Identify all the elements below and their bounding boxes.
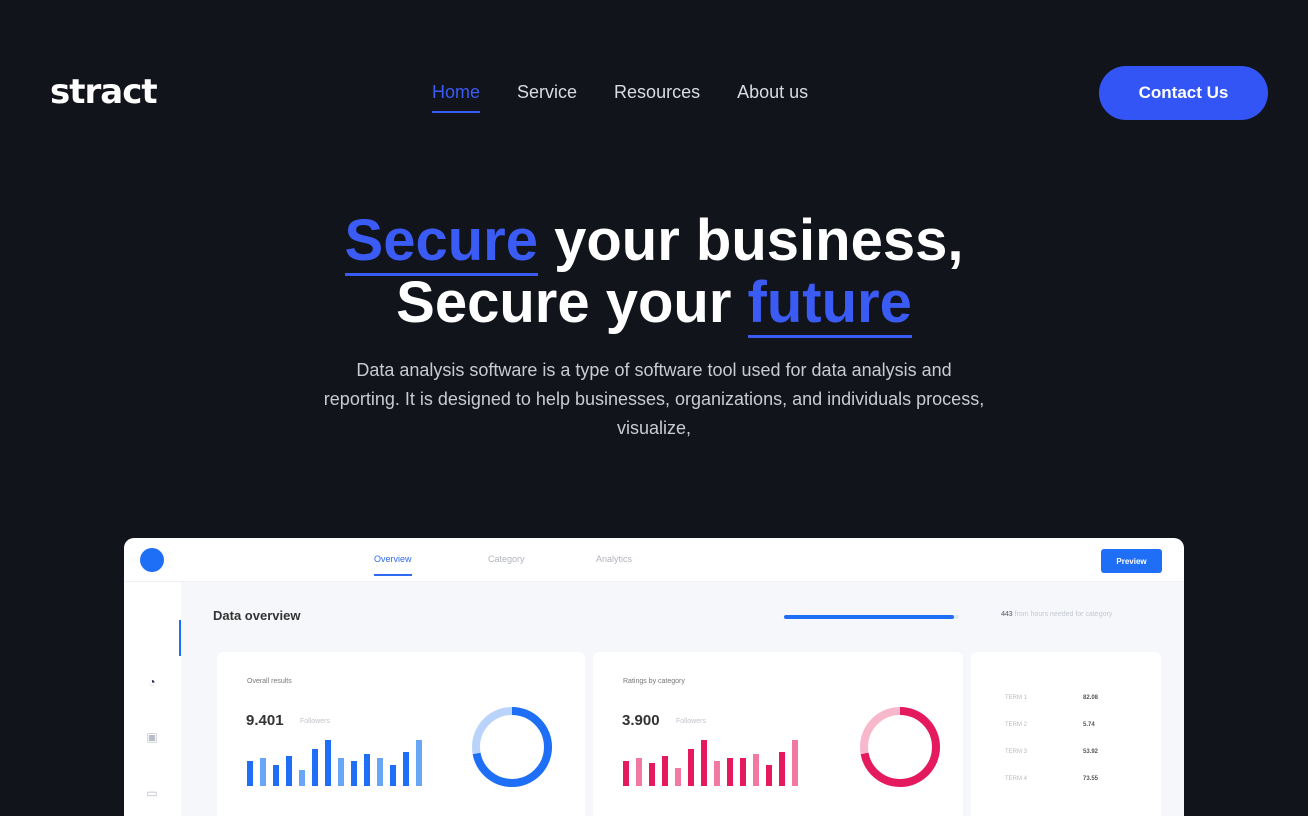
stat-value: 5.74: [1083, 722, 1095, 728]
card-number: 3.900: [622, 712, 660, 729]
donut-chart: [472, 707, 552, 787]
dashboard-preview: Overview Category Analytics Preview ◔ ▣ …: [124, 538, 1184, 816]
dashboard-icon[interactable]: ◔: [144, 675, 160, 689]
overview-progress-bar: [784, 615, 959, 619]
stat-key: TERM 3: [1005, 749, 1028, 755]
chart-bar: [260, 758, 266, 786]
chart-bar: [273, 765, 279, 786]
nav-resources[interactable]: Resources: [614, 82, 700, 109]
chart-bar: [675, 767, 681, 786]
contact-us-button[interactable]: Contact Us: [1099, 66, 1268, 120]
bar-chart: [623, 740, 809, 786]
card-title: Ratings by category: [623, 678, 685, 685]
data-overview-title: Data overview: [213, 608, 301, 623]
avatar[interactable]: [140, 548, 164, 572]
chart-bar: [792, 740, 798, 786]
stat-value: 53.92: [1083, 749, 1099, 755]
nav-service[interactable]: Service: [517, 82, 577, 109]
chart-bar: [364, 753, 370, 786]
chat-icon[interactable]: ▣: [144, 730, 160, 744]
hero-title: Secure your business, Secure your future: [0, 208, 1308, 338]
stat-row: TERM 4 73.55: [1005, 776, 1098, 782]
stat-value: 73.55: [1083, 776, 1099, 782]
dashboard-sidebar: ◔ ▣ ▭ ✉: [124, 582, 180, 816]
logo[interactable]: stract: [50, 72, 158, 112]
chart-bar: [766, 765, 772, 786]
chart-bar: [377, 758, 383, 786]
donut-chart: [860, 707, 940, 787]
card-number: 9.401: [246, 712, 284, 729]
chart-bar: [623, 760, 629, 786]
hero-line1-rest: your business,: [538, 208, 964, 273]
chart-bar: [688, 749, 694, 786]
chart-bar: [649, 763, 655, 786]
ratings-by-category-card: Ratings by category 3.900 Followers: [593, 652, 963, 816]
tab-analytics[interactable]: Analytics: [596, 554, 632, 564]
chart-bar: [662, 756, 668, 786]
chart-bar: [403, 751, 409, 786]
chart-bar: [714, 760, 720, 786]
stat-key: TERM 2: [1005, 722, 1028, 728]
tab-overview[interactable]: Overview: [374, 554, 412, 576]
chart-bar: [701, 740, 707, 786]
chart-bar: [753, 753, 759, 786]
stats-card: TERM 1 82.08 TERM 2 5.74 TERM 3 53.92 TE…: [971, 652, 1161, 816]
card-subtitle: Followers: [676, 718, 706, 725]
card-subtitle: Followers: [300, 718, 330, 725]
nav-home[interactable]: Home: [432, 82, 481, 113]
progress-text: from hours needed for category: [1014, 611, 1113, 618]
progress-label: 443 from hours needed for category: [1001, 611, 1112, 618]
card-title: Overall results: [247, 678, 292, 685]
hero-highlight-future: future: [747, 270, 912, 338]
nav-about-us[interactable]: About us: [737, 82, 808, 109]
chart-bar: [247, 760, 253, 786]
stat-key: TERM 1: [1005, 695, 1028, 701]
chart-bar: [779, 751, 785, 786]
chart-bar: [312, 749, 318, 786]
progress-fill: [784, 615, 954, 619]
stat-value: 82.08: [1083, 695, 1099, 701]
stat-row: TERM 3 53.92: [1005, 749, 1098, 755]
stat-row: TERM 2 5.74: [1005, 722, 1095, 728]
chart-bar: [740, 758, 746, 786]
chart-bar: [286, 756, 292, 786]
chart-bar: [727, 758, 733, 786]
chart-bar: [636, 758, 642, 786]
preview-button[interactable]: Preview: [1101, 549, 1162, 573]
stat-key: TERM 4: [1005, 776, 1028, 782]
chart-bar: [299, 769, 305, 786]
tab-category[interactable]: Category: [488, 554, 525, 564]
bar-chart: [247, 740, 433, 786]
dashboard-topbar: Overview Category Analytics Preview: [124, 538, 1184, 582]
main-nav: Home Service Resources About us: [432, 82, 808, 113]
overall-results-card: Overall results 9.401 Followers: [217, 652, 585, 816]
progress-value: 443: [1001, 611, 1013, 618]
folder-icon[interactable]: ▭: [144, 786, 160, 800]
dashboard-main: Data overview 443 from hours needed for …: [181, 582, 1184, 816]
chart-bar: [416, 740, 422, 786]
stat-row: TERM 1 82.08: [1005, 695, 1098, 701]
chart-bar: [390, 765, 396, 786]
hero-line2-start: Secure your: [396, 270, 748, 335]
hero-highlight-secure: Secure: [344, 208, 538, 276]
hero: Secure your business, Secure your future…: [0, 208, 1308, 443]
chart-bar: [325, 740, 331, 786]
chart-bar: [351, 760, 357, 786]
hero-description: Data analysis software is a type of soft…: [323, 360, 985, 438]
chart-bar: [338, 758, 344, 786]
